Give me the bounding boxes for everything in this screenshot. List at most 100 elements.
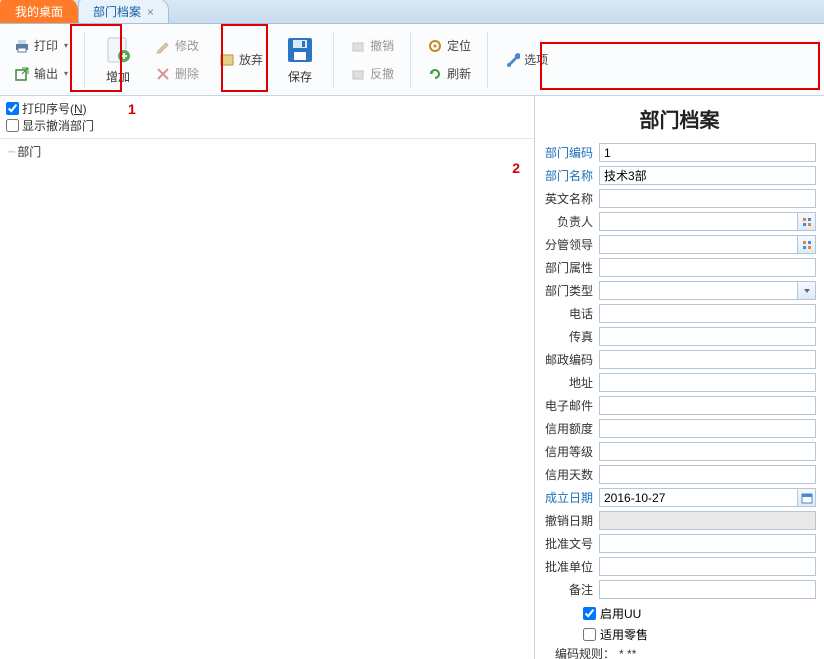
code-rule-value: * ** (615, 647, 636, 659)
delete-label: 删除 (175, 65, 199, 82)
locate-button[interactable]: 定位 (423, 35, 475, 57)
tree-root[interactable]: 部门 (8, 143, 526, 160)
print-button[interactable]: 打印 ▾ (10, 35, 72, 57)
toolbar: 打印 ▾ 输出 ▾ 增加 修改 删除 放弃 保存 (0, 24, 824, 96)
options-label: 选项 (524, 51, 548, 68)
tab-dept-archive[interactable]: 部门档案 × (78, 0, 169, 23)
refresh-icon (427, 66, 443, 82)
right-pane: 部门档案 部门编码 部门名称 英文名称 负责人 分管领导 部门属性 部门类型 电… (535, 96, 824, 659)
remark-label: 备注 (543, 581, 599, 598)
abandon-icon (219, 52, 235, 68)
save-label: 保存 (288, 68, 312, 85)
days-input[interactable] (599, 465, 816, 484)
tab-desktop[interactable]: 我的桌面 (0, 0, 78, 23)
code-rule-label: 编码规则： (551, 645, 615, 659)
tab-close-icon[interactable]: × (147, 5, 154, 19)
tab-dept-label: 部门档案 (93, 5, 141, 19)
output-label: 输出 (34, 65, 58, 82)
redo-icon (350, 66, 366, 82)
approve-no-input[interactable] (599, 534, 816, 553)
type-input[interactable] (599, 281, 798, 300)
credit-label: 信用额度 (543, 420, 599, 437)
undo-icon (350, 38, 366, 54)
delete-icon (155, 66, 171, 82)
leader-label: 负责人 (543, 213, 599, 230)
name-label: 部门名称 (543, 167, 599, 184)
add-button[interactable]: 增加 (93, 28, 143, 92)
reverse-label: 反撤 (370, 65, 394, 82)
revoked-input (599, 511, 816, 530)
annotation-2: 2 (512, 160, 520, 176)
export-icon (14, 66, 30, 82)
email-label: 电子邮件 (543, 397, 599, 414)
enable-uu-input[interactable] (583, 607, 596, 620)
phone-input[interactable] (599, 304, 816, 323)
separator (84, 32, 85, 88)
delete-button[interactable]: 删除 (151, 63, 203, 85)
approve-unit-input[interactable] (599, 557, 816, 576)
credit-input[interactable] (599, 419, 816, 438)
dropdown-icon: ▾ (64, 41, 68, 50)
options-panel: 打印序号(N) 显示撤消部门 (0, 96, 534, 139)
print-label: 打印 (34, 37, 58, 54)
enable-uu-checkbox[interactable]: 启用UU (583, 605, 816, 622)
print-sn-input[interactable] (6, 102, 19, 115)
attr-label: 部门属性 (543, 259, 599, 276)
zip-input[interactable] (599, 350, 816, 369)
email-input[interactable] (599, 396, 816, 415)
left-pane: 打印序号(N) 显示撤消部门 部门 1 2 (0, 96, 535, 659)
attr-input[interactable] (599, 258, 816, 277)
refresh-label: 刷新 (447, 65, 471, 82)
approve-no-label: 批准文号 (543, 535, 599, 552)
tab-bar: 我的桌面 部门档案 × (0, 0, 824, 24)
code-input[interactable] (599, 143, 816, 162)
founded-date-button[interactable] (798, 488, 816, 507)
undo-label: 撤销 (370, 37, 394, 54)
print-sn-checkbox[interactable]: 打印序号(N) (6, 100, 528, 117)
type-dropdown-button[interactable] (798, 281, 816, 300)
form-title: 部门档案 (535, 96, 824, 143)
abandon-label: 放弃 (239, 51, 263, 68)
output-button[interactable]: 输出 ▾ (10, 63, 72, 85)
days-label: 信用天数 (543, 466, 599, 483)
fax-input[interactable] (599, 327, 816, 346)
founded-label: 成立日期 (543, 489, 599, 506)
edit-button[interactable]: 修改 (151, 35, 203, 57)
locate-label: 定位 (447, 37, 471, 54)
sup-picker-button[interactable] (798, 235, 816, 254)
separator (333, 32, 334, 88)
leader-picker-button[interactable] (798, 212, 816, 231)
content-area: 打印序号(N) 显示撤消部门 部门 1 2 部门档案 部门编码 部门名称 英文名… (0, 96, 824, 659)
refresh-button[interactable]: 刷新 (423, 63, 475, 85)
code-label: 部门编码 (543, 144, 599, 161)
separator (410, 32, 411, 88)
edit-label: 修改 (175, 37, 199, 54)
wrench-icon (504, 52, 520, 68)
tab-desktop-label: 我的桌面 (15, 5, 63, 19)
abandon-button[interactable]: 放弃 (215, 49, 267, 71)
dropdown-icon: ▾ (64, 69, 68, 78)
show-revoked-input[interactable] (6, 119, 19, 132)
sup-input[interactable] (599, 235, 798, 254)
phone-label: 电话 (543, 305, 599, 322)
retail-input[interactable] (583, 628, 596, 641)
show-revoked-text: 显示撤消部门 (22, 117, 94, 134)
pencil-icon (155, 38, 171, 54)
addr-input[interactable] (599, 373, 816, 392)
save-button[interactable]: 保存 (275, 28, 325, 92)
leader-input[interactable] (599, 212, 798, 231)
ename-input[interactable] (599, 189, 816, 208)
printer-icon (14, 38, 30, 54)
remark-input[interactable] (599, 580, 816, 599)
grade-label: 信用等级 (543, 443, 599, 460)
retail-checkbox[interactable]: 适用零售 (583, 626, 816, 643)
undo-button[interactable]: 撤销 (346, 35, 398, 57)
founded-input[interactable] (599, 488, 798, 507)
reverse-undo-button[interactable]: 反撤 (346, 63, 398, 85)
show-revoked-checkbox[interactable]: 显示撤消部门 (6, 117, 528, 134)
options-button[interactable]: 选项 (500, 49, 552, 71)
sup-label: 分管领导 (543, 236, 599, 253)
add-label: 增加 (106, 68, 130, 85)
name-input[interactable] (599, 166, 816, 185)
grade-input[interactable] (599, 442, 816, 461)
